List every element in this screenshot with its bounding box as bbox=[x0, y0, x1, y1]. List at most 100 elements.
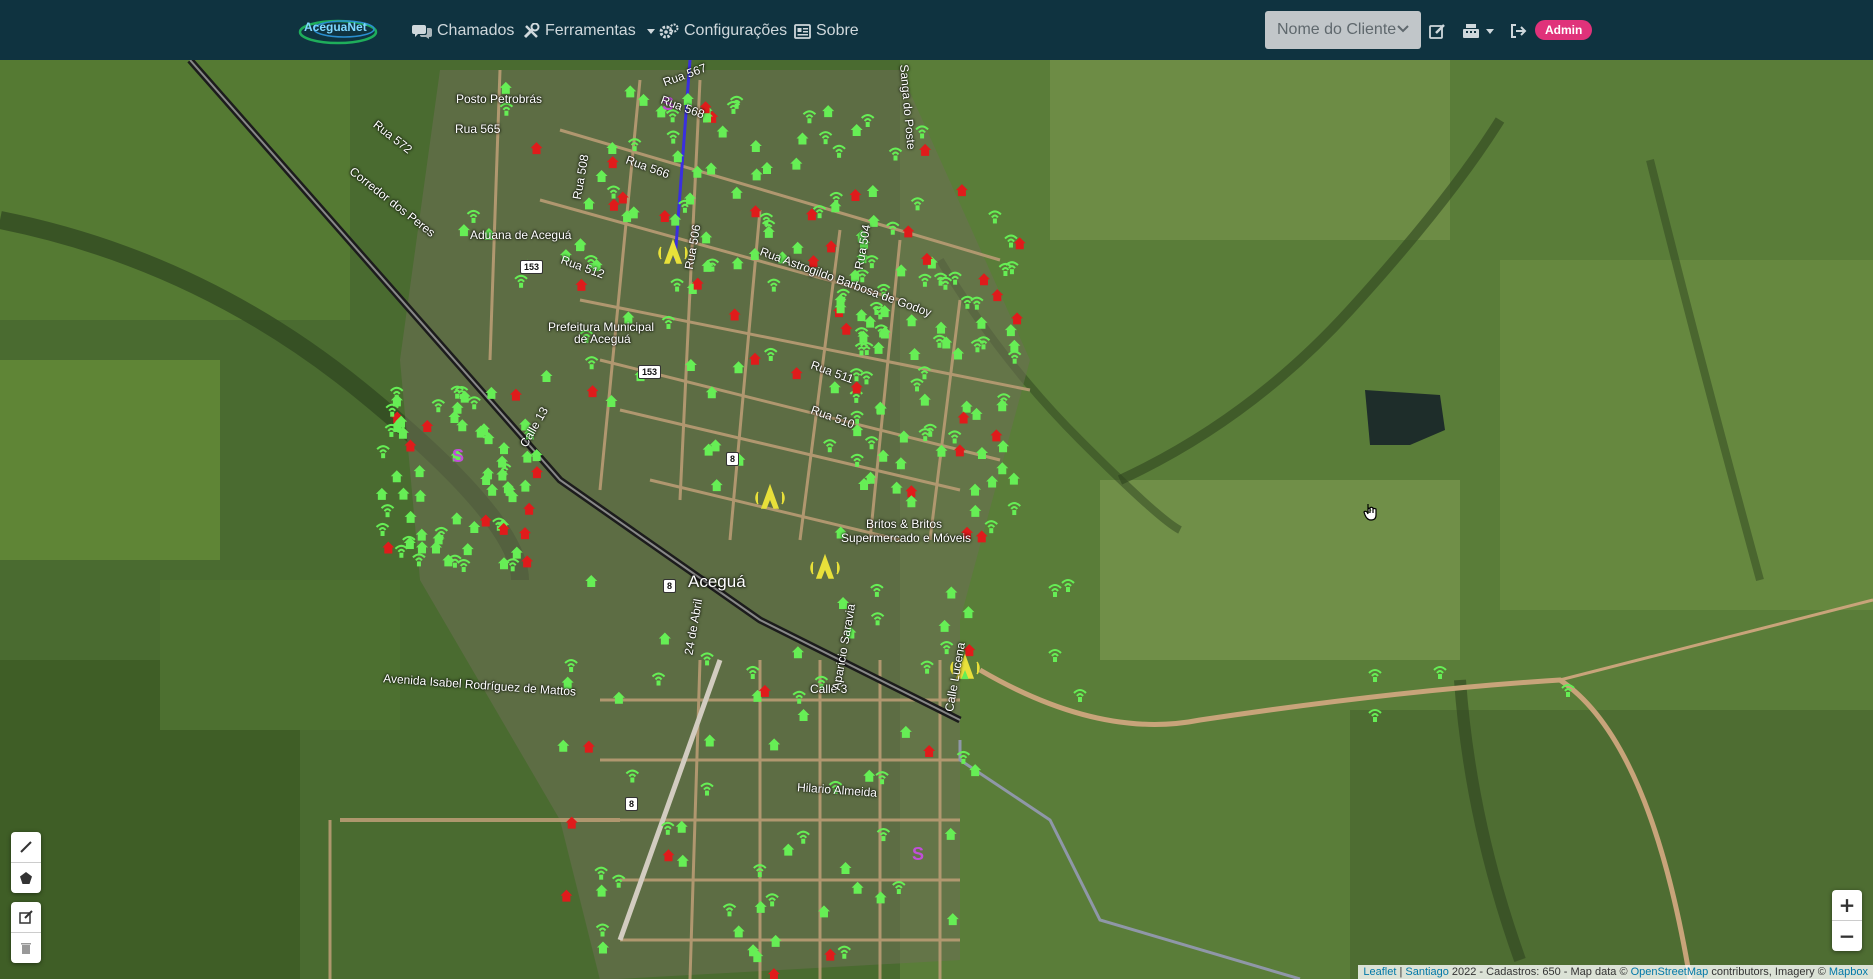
wifi-client-marker-base bbox=[965, 303, 970, 309]
map-label: Aceguá bbox=[688, 572, 746, 591]
wifi-client-marker-base bbox=[801, 838, 806, 844]
map-label: Britos & Britos bbox=[866, 517, 943, 531]
wifi-client-marker-base bbox=[1053, 592, 1057, 597]
wifi-client-marker-base bbox=[920, 133, 925, 139]
wifi-client-marker-base bbox=[915, 205, 920, 211]
wifi-client-marker-base bbox=[854, 397, 859, 403]
wifi-client-marker-base bbox=[704, 790, 709, 796]
wifi-client-marker-base bbox=[1078, 697, 1082, 702]
chevron-down-icon bbox=[1397, 25, 1409, 33]
wifi-client-marker-base bbox=[630, 777, 635, 783]
wifi-client-marker-base bbox=[874, 309, 879, 315]
wifi-client-marker-base bbox=[616, 882, 621, 888]
edit-layers-button[interactable] bbox=[11, 902, 41, 933]
wifi-client-marker-base bbox=[389, 431, 394, 437]
map-label: Rua 565 bbox=[455, 122, 501, 136]
brand-logo[interactable]: AceguaNet bbox=[298, 14, 382, 46]
draw-polygon-button[interactable] bbox=[11, 863, 41, 893]
polygon-icon bbox=[20, 872, 32, 884]
cash-register-dropdown[interactable] bbox=[1462, 20, 1494, 42]
wifi-client-marker-base bbox=[855, 461, 860, 467]
wifi-client-marker-base bbox=[381, 453, 386, 459]
top-navbar: AceguaNet Chamados Ferramentas Configura… bbox=[0, 0, 1873, 60]
info-card-icon bbox=[794, 23, 811, 39]
leaflet-link[interactable]: Leaflet bbox=[1363, 966, 1396, 978]
route-shield: 8 bbox=[726, 452, 740, 466]
wifi-client-marker-base bbox=[881, 836, 886, 842]
zoom-in-button[interactable]: + bbox=[1832, 890, 1862, 921]
wifi-client-marker-base bbox=[938, 280, 943, 286]
wifi-client-marker-base bbox=[599, 874, 604, 880]
delete-layers-button[interactable] bbox=[11, 933, 41, 963]
edit-icon bbox=[1429, 23, 1445, 39]
map-label: de Aceguá bbox=[574, 332, 631, 346]
edit-layers-icon bbox=[19, 910, 33, 924]
map-view[interactable]: SSS Posto Petrobrás Rua 565 Rua 572 Corr… bbox=[0, 60, 1873, 979]
nav-chamados[interactable]: Chamados bbox=[412, 20, 514, 42]
wifi-client-marker-base bbox=[455, 393, 460, 399]
santiago-link[interactable]: Santiago bbox=[1405, 966, 1448, 978]
wifi-client-marker-base bbox=[632, 146, 637, 152]
wifi-client-marker-base bbox=[896, 889, 901, 895]
attribution-text: 2022 - Cadastros: 650 - Map data © bbox=[1448, 966, 1631, 978]
wifi-client-marker-base bbox=[390, 411, 395, 417]
wifi-client-marker-base bbox=[1373, 717, 1377, 722]
draw-polyline-button[interactable] bbox=[11, 832, 41, 863]
logout-button[interactable] bbox=[1510, 20, 1527, 42]
special-marker[interactable]: S bbox=[912, 844, 924, 864]
wifi-client-marker-base bbox=[1012, 358, 1017, 364]
wifi-client-marker-base bbox=[519, 282, 524, 288]
brand-text: AceguaNet bbox=[304, 20, 367, 34]
comments-icon bbox=[412, 25, 432, 39]
wifi-client-marker-base bbox=[807, 118, 812, 124]
wifi-client-marker-base bbox=[671, 138, 676, 144]
wifi-client-marker-base bbox=[1008, 242, 1013, 248]
wifi-client-marker-base bbox=[682, 207, 687, 213]
wifi-client-marker-base bbox=[731, 108, 736, 114]
wifi-client-marker-base bbox=[943, 284, 948, 290]
wifi-client-marker-base bbox=[854, 376, 859, 382]
wifi-client-marker-base bbox=[842, 953, 847, 959]
nav-configuracoes[interactable]: Configurações bbox=[659, 20, 787, 42]
wifi-client-marker-base bbox=[1009, 269, 1014, 275]
wifi-client-marker-base bbox=[472, 404, 477, 410]
nav-sobre-label: Sobre bbox=[816, 22, 859, 39]
zoom-out-button[interactable]: − bbox=[1832, 921, 1862, 951]
wifi-client-marker-base bbox=[874, 591, 879, 597]
wifi-client-marker-base bbox=[589, 364, 594, 370]
wifi-client-marker-base bbox=[859, 350, 864, 356]
wifi-client-marker-base bbox=[399, 552, 404, 558]
wifi-client-marker-base bbox=[768, 355, 773, 361]
osm-link[interactable]: OpenStreetMap bbox=[1631, 966, 1709, 978]
wifi-client-marker-base bbox=[915, 386, 920, 392]
wifi-client-marker-base bbox=[864, 379, 869, 385]
route-shield: 8 bbox=[663, 579, 677, 593]
wifi-client-marker-base bbox=[865, 122, 870, 128]
wifi-client-marker-base bbox=[471, 217, 476, 223]
route-shield: 153 bbox=[638, 365, 662, 379]
wifi-client-marker-base bbox=[953, 279, 958, 285]
client-select[interactable]: Nome do Cliente bbox=[1265, 11, 1421, 49]
wifi-client-marker-base bbox=[385, 512, 390, 518]
wifi-client-marker-base bbox=[510, 566, 515, 572]
trash-icon bbox=[21, 943, 31, 954]
user-role-badge[interactable]: Admin bbox=[1535, 20, 1593, 40]
special-marker[interactable]: S bbox=[452, 446, 464, 466]
wifi-client-marker-base bbox=[1066, 587, 1070, 592]
wifi-client-marker-base bbox=[1438, 674, 1442, 679]
wifi-client-marker-base bbox=[837, 152, 842, 158]
client-select-value: Nome do Cliente bbox=[1277, 21, 1397, 38]
hand-cursor-icon bbox=[1363, 504, 1377, 521]
wifi-client-marker-base bbox=[1373, 677, 1377, 682]
polyline-icon bbox=[20, 841, 32, 853]
nav-sobre[interactable]: Sobre bbox=[794, 20, 859, 42]
map-label: Supermercado e Móveis bbox=[841, 531, 972, 545]
wifi-client-marker-base bbox=[893, 155, 898, 161]
nav-ferramentas[interactable]: Ferramentas bbox=[523, 20, 655, 42]
wifi-client-marker-base bbox=[665, 829, 670, 835]
mapbox-link[interactable]: Mapbox bbox=[1829, 966, 1868, 978]
wifi-client-marker-base bbox=[961, 758, 966, 764]
wifi-client-marker-base bbox=[611, 193, 616, 199]
nav-configuracoes-label: Configurações bbox=[684, 22, 788, 39]
edit-button[interactable] bbox=[1429, 20, 1446, 42]
